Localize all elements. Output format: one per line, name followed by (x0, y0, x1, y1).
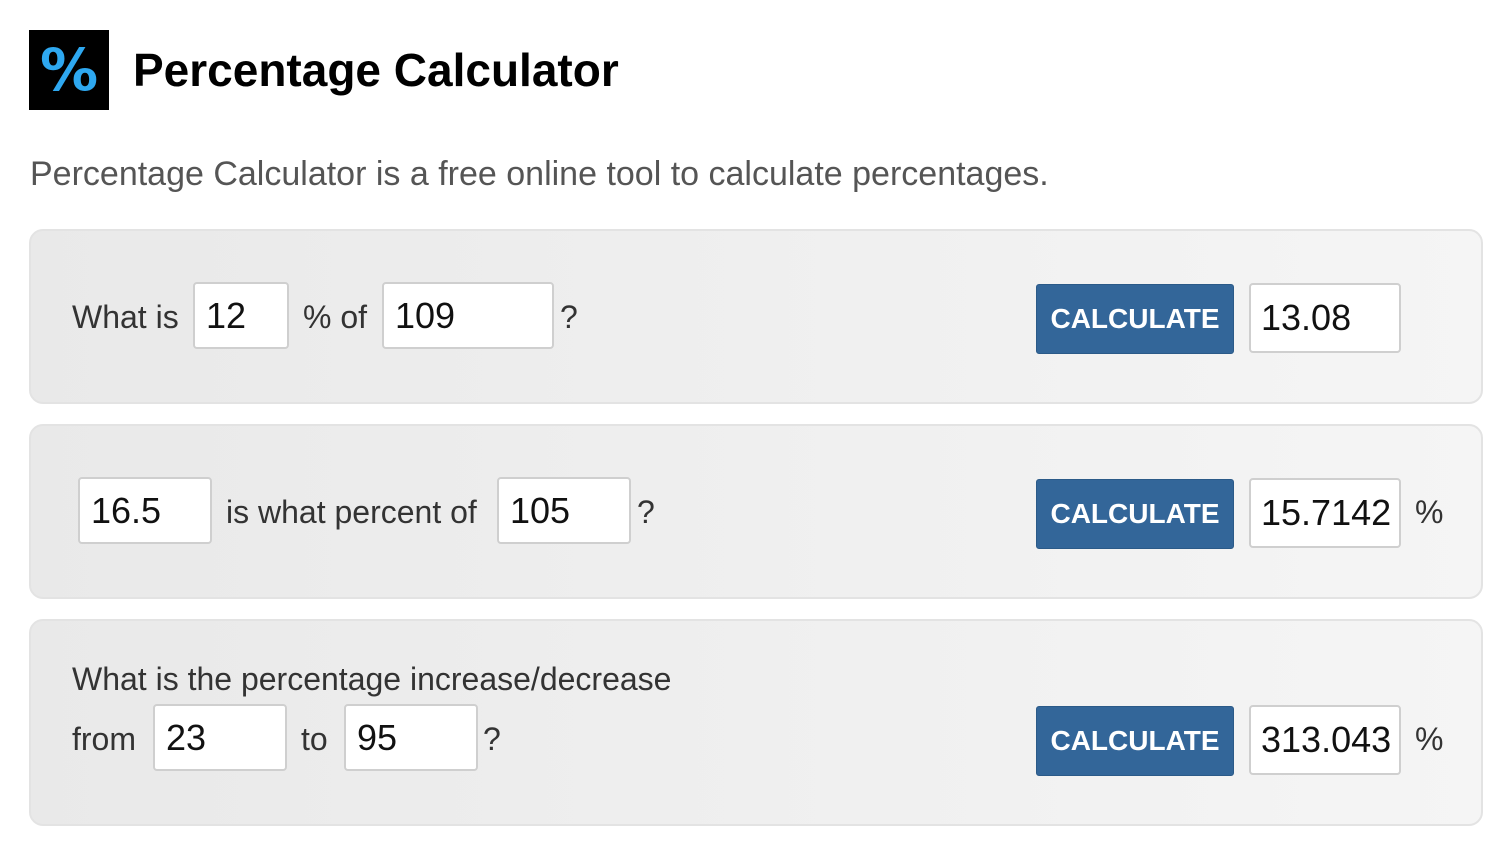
calc1-calculate-button[interactable]: CALCULATE (1036, 284, 1234, 354)
calc3-from-input[interactable] (153, 704, 287, 771)
calculator-is-what-percent-of: is what percent of ? CALCULATE % (29, 424, 1483, 599)
calc3-question-mark: ? (483, 721, 501, 757)
calc3-result-output (1249, 705, 1401, 775)
calc2-result-output (1249, 478, 1401, 548)
page: % Percentage Calculator Percentage Calcu… (0, 0, 1510, 852)
page-title: Percentage Calculator (133, 44, 619, 96)
calc3-to-label: to (301, 721, 328, 757)
calc3-to-input[interactable] (344, 704, 478, 771)
page-subtitle: Percentage Calculator is a free online t… (30, 155, 1049, 193)
calc2-percent-unit: % (1415, 494, 1444, 530)
calc2-total-input[interactable] (497, 477, 631, 544)
logo-symbol: % (39, 36, 99, 104)
calculator-percentage-change: What is the percentage increase/decrease… (29, 619, 1483, 826)
calc1-middle-label: % of (303, 299, 368, 335)
calc3-from-label: from (72, 721, 136, 757)
calc3-calculate-button[interactable]: CALCULATE (1036, 706, 1234, 776)
calc2-value-input[interactable] (78, 477, 212, 544)
calc1-prefix-label: What is (72, 299, 179, 335)
calc2-middle-label: is what percent of (226, 494, 477, 530)
percent-logo-icon: % (29, 30, 109, 110)
calc2-calculate-button[interactable]: CALCULATE (1036, 479, 1234, 549)
calc2-question-mark: ? (637, 494, 655, 530)
calculator-what-is-percent-of: What is % of ? CALCULATE (29, 229, 1483, 404)
calc1-of-value-input[interactable] (382, 282, 554, 349)
calc1-percent-input[interactable] (193, 282, 289, 349)
calc3-question-label: What is the percentage increase/decrease (72, 661, 672, 697)
calc3-percent-unit: % (1415, 721, 1444, 757)
calc1-question-mark: ? (560, 299, 578, 335)
calc1-result-output (1249, 283, 1401, 353)
